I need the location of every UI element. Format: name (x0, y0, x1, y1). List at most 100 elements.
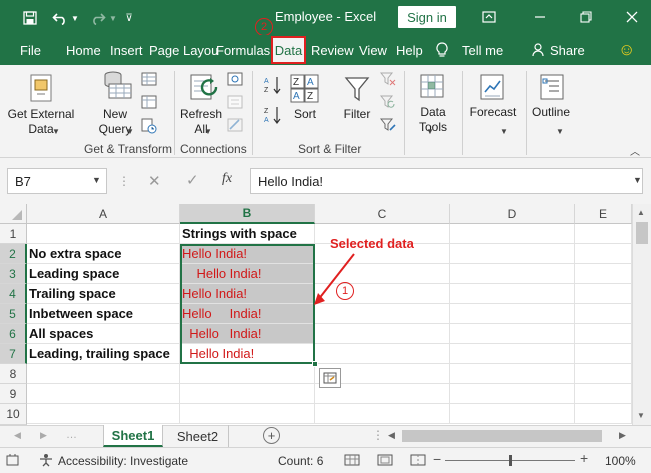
cell-d1[interactable] (450, 224, 575, 244)
tab-data[interactable]: Data (271, 36, 306, 64)
sort-a-to-z-icon[interactable]: AZ (264, 75, 282, 98)
add-sheet-button[interactable]: + (263, 427, 280, 444)
undo-icon[interactable] (50, 8, 70, 28)
normal-view-icon[interactable] (344, 454, 360, 469)
sort-button[interactable]: Sort (288, 107, 322, 122)
column-header-b[interactable]: B (180, 204, 315, 224)
sheet-tab-sheet1[interactable]: Sheet1 (103, 425, 163, 447)
accessibility-status[interactable]: Accessibility: Investigate (58, 454, 188, 468)
row-header-9[interactable]: 9 (0, 384, 27, 404)
connections-icon[interactable] (227, 72, 243, 89)
row-header-5[interactable]: 5 (0, 304, 27, 324)
confirm-entry-icon[interactable]: ✓ (186, 171, 199, 189)
column-header-c[interactable]: C (315, 204, 450, 224)
cell-e9[interactable] (575, 384, 632, 404)
fill-handle[interactable] (312, 361, 318, 367)
forecast-dropdown-icon[interactable]: ▼ (500, 127, 508, 136)
get-external-data-dropdown-icon[interactable]: ▼ (52, 127, 60, 136)
cell-b9[interactable] (180, 384, 315, 404)
cell-d5[interactable] (450, 304, 575, 324)
get-external-data-button[interactable]: Get External Data (6, 107, 76, 137)
edit-links-icon[interactable] (227, 118, 243, 135)
formula-bar-drag-handle[interactable]: ⋮ (118, 174, 130, 188)
row-header-1[interactable]: 1 (0, 224, 27, 244)
accessibility-icon[interactable] (38, 453, 54, 470)
row-header-4[interactable]: 4 (0, 284, 27, 304)
prev-sheet-icon[interactable]: ◀ (14, 430, 21, 441)
tell-me-search[interactable]: Tell me (462, 35, 503, 65)
sheet-tab-sheet2[interactable]: Sheet2 (167, 425, 229, 447)
cell-a10[interactable] (27, 404, 180, 424)
column-header-e[interactable]: E (575, 204, 632, 224)
horizontal-scroll-thumb[interactable] (402, 430, 602, 442)
name-box-dropdown-icon[interactable]: ▼ (92, 175, 101, 185)
page-layout-view-icon[interactable] (377, 454, 393, 469)
cell-c6[interactable] (315, 324, 450, 344)
cell-e8[interactable] (575, 364, 632, 384)
tab-insert[interactable]: Insert (110, 35, 143, 65)
refresh-all-button[interactable]: Refresh All (178, 107, 224, 137)
minimize-icon[interactable] (527, 6, 553, 28)
macro-record-icon[interactable] (6, 453, 20, 470)
cell-e7[interactable] (575, 344, 632, 364)
tab-formulas[interactable]: Formulas (216, 35, 270, 65)
cell-d7[interactable] (450, 344, 575, 364)
cell-a5[interactable]: Inbetween space (27, 304, 180, 324)
column-header-d[interactable]: D (450, 204, 575, 224)
redo-dropdown-icon[interactable]: ▼ (108, 8, 118, 28)
collapse-ribbon-icon[interactable]: ︿ (630, 143, 640, 158)
ribbon-display-options-icon[interactable] (476, 6, 502, 28)
scroll-left-icon[interactable]: ◀ (388, 430, 395, 441)
advanced-filter-icon[interactable] (379, 118, 396, 135)
save-icon[interactable] (20, 8, 40, 28)
forecast-button[interactable]: Forecast (465, 105, 521, 120)
cell-e3[interactable] (575, 264, 632, 284)
insert-function-icon[interactable]: fx (222, 171, 232, 187)
cell-d3[interactable] (450, 264, 575, 284)
cell-e2[interactable] (575, 244, 632, 264)
zoom-out-button[interactable]: − (433, 451, 441, 467)
redo-icon[interactable] (88, 8, 108, 28)
reapply-filter-icon[interactable] (379, 95, 396, 112)
vertical-scroll-thumb[interactable] (636, 222, 648, 244)
share-person-icon[interactable] (532, 35, 546, 65)
cell-e10[interactable] (575, 404, 632, 424)
tab-file[interactable]: File (20, 35, 41, 65)
row-header-6[interactable]: 6 (0, 324, 27, 344)
sort-z-to-a-icon[interactable]: ZA (264, 105, 282, 128)
cell-a1[interactable] (27, 224, 180, 244)
cell-d2[interactable] (450, 244, 575, 264)
cell-d4[interactable] (450, 284, 575, 304)
undo-dropdown-icon[interactable]: ▼ (70, 8, 80, 28)
outline-dropdown-icon[interactable]: ▼ (556, 127, 564, 136)
smiley-icon[interactable]: ☺ (618, 35, 635, 65)
scroll-right-icon[interactable]: ▶ (619, 430, 626, 441)
row-header-8[interactable]: 8 (0, 364, 27, 384)
cancel-entry-icon[interactable]: ✕ (148, 172, 161, 190)
cell-d9[interactable] (450, 384, 575, 404)
share-button[interactable]: Share (550, 35, 585, 65)
cell-a8[interactable] (27, 364, 180, 384)
row-header-2[interactable]: 2 (0, 244, 27, 264)
row-header-3[interactable]: 3 (0, 264, 27, 284)
cell-d10[interactable] (450, 404, 575, 424)
cell-a4[interactable]: Trailing space (27, 284, 180, 304)
row-header-10[interactable]: 10 (0, 404, 27, 425)
next-sheet-icon[interactable]: ▶ (40, 430, 47, 441)
close-icon[interactable] (619, 6, 645, 28)
scroll-down-icon[interactable]: ▼ (637, 411, 645, 420)
cell-b8[interactable] (180, 364, 315, 384)
vertical-scrollbar[interactable]: ▲ ▼ (632, 204, 651, 425)
cell-d6[interactable] (450, 324, 575, 344)
refresh-all-dropdown-icon[interactable]: ▼ (204, 127, 212, 136)
cell-e5[interactable] (575, 304, 632, 324)
page-break-preview-icon[interactable] (410, 454, 426, 469)
tab-split-handle[interactable]: ⋮ (372, 428, 384, 442)
sign-in-button[interactable]: Sign in (398, 6, 456, 28)
cell-e1[interactable] (575, 224, 632, 244)
scroll-up-icon[interactable]: ▲ (637, 208, 645, 217)
cell-e6[interactable] (575, 324, 632, 344)
select-all-corner[interactable] (0, 204, 27, 224)
zoom-slider-thumb[interactable] (509, 455, 512, 466)
cell-b1[interactable]: Strings with space (180, 224, 315, 244)
